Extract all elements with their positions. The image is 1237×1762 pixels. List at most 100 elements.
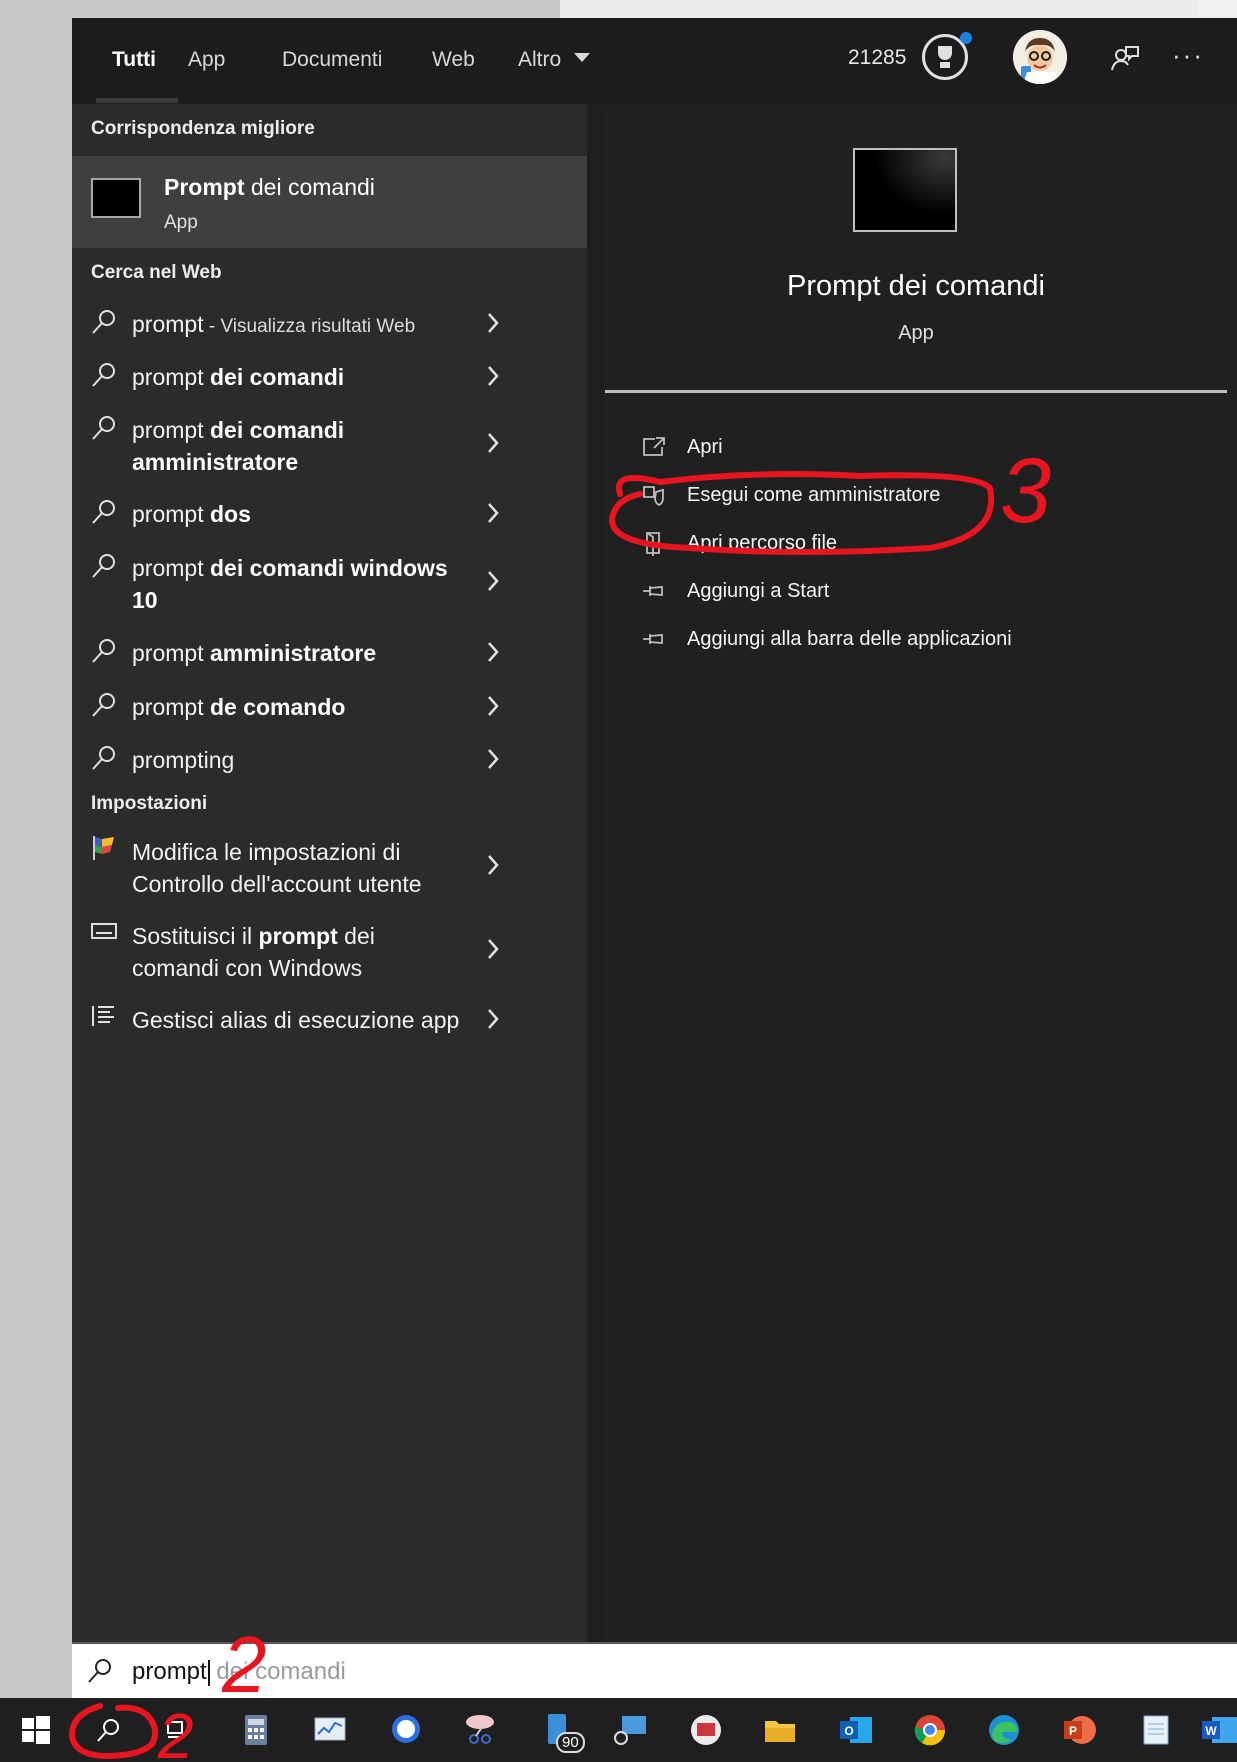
action-pin-to-start[interactable]: Aggiungi a Start bbox=[641, 576, 1201, 610]
svg-text:W: W bbox=[1205, 1724, 1217, 1738]
remote-desktop-icon[interactable] bbox=[612, 1712, 648, 1748]
chevron-right-icon bbox=[488, 313, 499, 333]
screen-recorder-icon[interactable] bbox=[688, 1712, 724, 1748]
web-results-header: Cerca nel Web bbox=[91, 262, 222, 283]
calculator-icon[interactable] bbox=[238, 1712, 274, 1748]
web-result[interactable]: prompt dos bbox=[72, 486, 587, 538]
edge-icon[interactable] bbox=[986, 1712, 1022, 1748]
chevron-right-icon bbox=[488, 749, 499, 769]
web-result-text: prompt dos bbox=[132, 501, 251, 527]
chevron-right-icon bbox=[488, 939, 499, 959]
settings-result[interactable]: Sostituisci il prompt dei comandi con Wi… bbox=[72, 908, 587, 990]
search-icon bbox=[92, 500, 115, 524]
avatar-cartoon-icon bbox=[1013, 30, 1067, 84]
list-icon bbox=[92, 1006, 114, 1026]
word-icon[interactable]: W bbox=[1200, 1712, 1237, 1748]
web-result[interactable]: prompt - Visualizza risultati Web bbox=[72, 296, 587, 348]
keyboard-icon bbox=[91, 923, 117, 939]
chat-bubble-icon[interactable] bbox=[388, 1712, 424, 1748]
settings-result-text: Gestisci alias di esecuzione app bbox=[132, 1007, 460, 1033]
notification-dot bbox=[960, 32, 972, 44]
chevron-right-icon bbox=[488, 642, 499, 662]
svg-text:O: O bbox=[844, 1724, 853, 1738]
settings-result-text: Modifica le impostazioni di Controllo de… bbox=[132, 839, 422, 897]
svg-text:P: P bbox=[1069, 1724, 1077, 1738]
background-window bbox=[0, 0, 72, 1710]
action-run-as-admin[interactable]: Esegui come amministratore bbox=[641, 480, 1201, 514]
settings-result[interactable]: Gestisci alias di esecuzione app bbox=[72, 992, 587, 1044]
chevron-right-icon bbox=[488, 855, 499, 875]
avatar[interactable] bbox=[1013, 30, 1067, 84]
search-icon bbox=[92, 363, 115, 387]
web-result-text: prompting bbox=[132, 747, 235, 773]
web-result[interactable]: prompt dei comandi amministratore bbox=[72, 402, 587, 484]
web-result-text: prompt de comando bbox=[132, 694, 346, 720]
web-result[interactable]: prompt de comando bbox=[72, 679, 587, 731]
tab-web[interactable]: Web bbox=[432, 48, 475, 72]
results-list: Corrispondenza migliore Prompt dei coman… bbox=[72, 104, 587, 1642]
powerpoint-icon[interactable]: P bbox=[1062, 1712, 1098, 1748]
action-label: Apri percorso file bbox=[687, 532, 838, 554]
feedback-icon[interactable] bbox=[1110, 44, 1140, 72]
best-match-item[interactable]: Prompt dei comandi App bbox=[72, 156, 587, 248]
web-result-text: prompt - Visualizza risultati Web bbox=[132, 311, 416, 337]
search-icon bbox=[92, 554, 115, 578]
chevron-right-icon bbox=[488, 571, 499, 591]
trophy-cup-shape bbox=[938, 46, 952, 60]
web-result-text: prompt dei comandi bbox=[132, 364, 345, 390]
outlook-icon[interactable]: O bbox=[838, 1712, 874, 1748]
search-icon bbox=[92, 416, 115, 440]
web-result[interactable]: prompt amministratore bbox=[72, 625, 587, 677]
settings-result[interactable]: Modifica le impostazioni di Controllo de… bbox=[72, 824, 587, 906]
search-icon bbox=[92, 639, 115, 663]
detail-title: Prompt dei comandi bbox=[787, 270, 1045, 302]
trophy-base-shape bbox=[940, 62, 950, 68]
snipping-tool-icon[interactable] bbox=[462, 1712, 498, 1748]
action-open-file-location[interactable]: Apri percorso file bbox=[641, 528, 1201, 562]
shield-icon bbox=[643, 486, 664, 507]
search-box[interactable]: prompt dei comandi bbox=[72, 1642, 1237, 1698]
windows-start-icon[interactable] bbox=[18, 1712, 54, 1748]
search-icon[interactable] bbox=[90, 1712, 126, 1748]
best-match-title: Prompt dei comandi bbox=[164, 174, 375, 200]
settings-result-text: Sostituisci il prompt dei comandi con Wi… bbox=[132, 923, 375, 981]
web-result-text: prompt dei comandi windows 10 bbox=[132, 555, 448, 613]
notepad-icon[interactable] bbox=[1138, 1712, 1174, 1748]
action-apri[interactable]: Apri bbox=[641, 432, 1201, 466]
performance-monitor-icon[interactable] bbox=[312, 1712, 348, 1748]
chevron-right-icon bbox=[488, 503, 499, 523]
search-icon bbox=[88, 1659, 111, 1683]
search-suggestion-text: dei comandi bbox=[216, 1658, 346, 1685]
best-match-type: App bbox=[164, 212, 198, 233]
tab-documenti[interactable]: Documenti bbox=[282, 48, 382, 72]
action-label: Aggiungi alla barra delle applicazioni bbox=[687, 628, 1012, 650]
web-result-text: prompt dei comandi amministratore bbox=[132, 417, 345, 475]
file-explorer-icon[interactable] bbox=[762, 1712, 798, 1748]
chrome-icon[interactable] bbox=[912, 1712, 948, 1748]
search-flyout: Tutti App Documenti Web Altro 21285 ··· … bbox=[72, 18, 1237, 1642]
action-label: Apri bbox=[687, 436, 723, 458]
active-tab-indicator bbox=[96, 98, 178, 103]
action-label: Esegui come amministratore bbox=[687, 484, 941, 506]
text-caret bbox=[207, 1659, 210, 1686]
tab-tutti[interactable]: Tutti bbox=[112, 48, 156, 72]
search-icon bbox=[92, 746, 115, 770]
rewards-points[interactable]: 21285 bbox=[848, 46, 906, 70]
web-result[interactable]: prompt dei comandi windows 10 bbox=[72, 540, 587, 622]
tab-altro[interactable]: Altro bbox=[518, 48, 561, 72]
command-prompt-icon bbox=[91, 178, 141, 218]
web-result-text: prompt amministratore bbox=[132, 640, 377, 666]
detail-subtitle: App bbox=[898, 322, 934, 344]
action-pin-to-taskbar[interactable]: Aggiungi alla barra delle applicazioni bbox=[641, 624, 1201, 658]
chevron-down-icon[interactable] bbox=[574, 53, 590, 62]
chevron-right-icon bbox=[488, 1009, 499, 1029]
file-location-icon bbox=[646, 532, 660, 556]
search-input[interactable]: prompt dei comandi bbox=[132, 1658, 346, 1686]
tab-app[interactable]: App bbox=[188, 48, 225, 72]
more-options-icon[interactable]: ··· bbox=[1172, 40, 1204, 71]
settings-header: Impostazioni bbox=[91, 793, 208, 814]
chevron-right-icon bbox=[488, 696, 499, 716]
web-result[interactable]: prompting bbox=[72, 732, 587, 784]
task-view-icon[interactable] bbox=[160, 1712, 196, 1748]
web-result[interactable]: prompt dei comandi bbox=[72, 349, 587, 401]
